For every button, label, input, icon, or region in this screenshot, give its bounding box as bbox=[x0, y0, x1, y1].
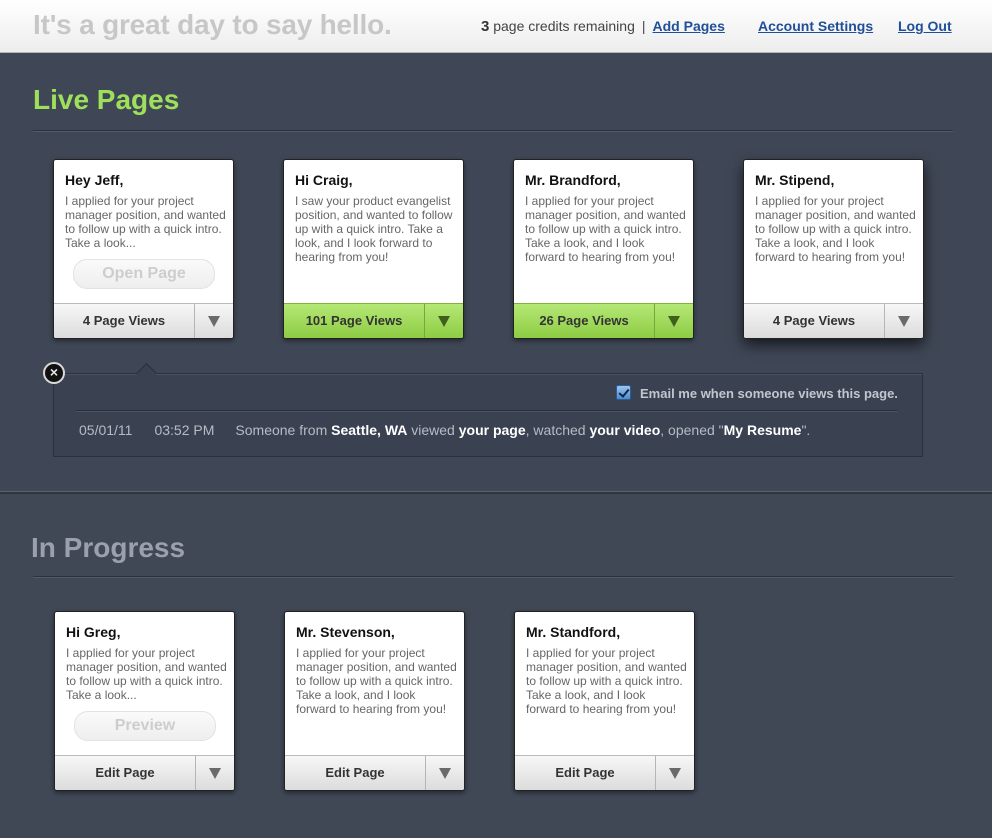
card-footer: 4 Page Views bbox=[744, 303, 923, 338]
panel-divider bbox=[76, 410, 898, 412]
card-menu-toggle[interactable] bbox=[884, 304, 923, 338]
card-greeting: Mr. Standford, bbox=[526, 624, 621, 640]
triangle-down-icon bbox=[439, 768, 451, 779]
activity-location: Seattle, WA bbox=[331, 422, 408, 438]
triangle-down-icon bbox=[669, 768, 681, 779]
live-page-card[interactable]: Hi Craig, I saw your product evangelist … bbox=[283, 159, 464, 339]
activity-text: , watched bbox=[525, 422, 590, 438]
activity-time: 03:52 PM bbox=[154, 422, 215, 438]
preview-button[interactable]: Preview bbox=[74, 711, 216, 741]
log-out-link[interactable]: Log Out bbox=[898, 18, 952, 34]
card-excerpt: I applied for your project manager posit… bbox=[526, 646, 687, 716]
triangle-down-icon bbox=[438, 316, 450, 327]
card-greeting: Mr. Brandford, bbox=[525, 172, 621, 188]
edit-page-button[interactable]: Edit Page bbox=[285, 756, 425, 790]
top-header: It's a great day to say hello. 3 page cr… bbox=[0, 0, 992, 53]
card-menu-toggle[interactable] bbox=[424, 304, 463, 338]
live-page-card[interactable]: Mr. Stipend, I applied for your project … bbox=[743, 159, 924, 339]
open-page-button[interactable]: Open Page bbox=[73, 259, 215, 289]
triangle-down-icon bbox=[668, 316, 680, 327]
activity-text: viewed bbox=[407, 422, 459, 438]
activity-date: 05/01/11 bbox=[79, 422, 133, 438]
card-footer: Edit Page bbox=[285, 755, 464, 790]
activity-text: , opened " bbox=[660, 422, 724, 438]
draft-page-card[interactable]: Mr. Standford, I applied for your projec… bbox=[514, 611, 695, 791]
credits-text: page credits remaining bbox=[493, 18, 635, 34]
card-greeting: Hi Greg, bbox=[66, 624, 121, 640]
card-excerpt: I applied for your project manager posit… bbox=[296, 646, 457, 716]
card-menu-toggle[interactable] bbox=[195, 756, 234, 790]
live-pages-rule bbox=[33, 130, 953, 132]
page-views-button[interactable]: 101 Page Views bbox=[284, 304, 424, 338]
live-pages-title: Live Pages bbox=[33, 84, 180, 115]
credits-count: 3 bbox=[481, 18, 490, 35]
activity-row: 05/01/11 03:52 PM Someone from Seattle, WA… bbox=[79, 422, 810, 438]
edit-page-button[interactable]: Edit Page bbox=[515, 756, 655, 790]
page-views-button[interactable]: 26 Page Views bbox=[514, 304, 654, 338]
card-menu-toggle[interactable] bbox=[194, 304, 233, 338]
card-greeting: Mr. Stevenson, bbox=[296, 624, 395, 640]
live-page-card[interactable]: Mr. Brandford, I applied for your projec… bbox=[513, 159, 694, 339]
edit-page-button[interactable]: Edit Page bbox=[55, 756, 195, 790]
add-pages-link[interactable]: Add Pages bbox=[653, 18, 725, 34]
in-progress-rule bbox=[33, 576, 953, 578]
triangle-down-icon bbox=[208, 316, 220, 327]
credits-info: 3 page credits remaining | Add Pages bbox=[481, 18, 725, 35]
live-page-card[interactable]: Hey Jeff, I applied for your project man… bbox=[53, 159, 234, 339]
email-notify-checkbox[interactable] bbox=[616, 385, 631, 400]
card-menu-toggle[interactable] bbox=[654, 304, 693, 338]
card-footer: Edit Page bbox=[55, 755, 234, 790]
card-greeting: Mr. Stipend, bbox=[755, 172, 835, 188]
activity-text: ". bbox=[801, 422, 811, 438]
card-greeting: Hi Craig, bbox=[295, 172, 353, 188]
email-notify-label: Email me when someone views this page. bbox=[640, 386, 898, 401]
triangle-down-icon bbox=[898, 316, 910, 327]
card-excerpt: I saw your product evangelist position, … bbox=[295, 194, 453, 264]
card-footer: 4 Page Views bbox=[54, 303, 233, 338]
card-excerpt: I applied for your project manager posit… bbox=[525, 194, 686, 264]
card-excerpt: I applied for your project manager posit… bbox=[755, 194, 916, 264]
email-notify-option: Email me when someone views this page. bbox=[616, 385, 898, 401]
page-views-button[interactable]: 4 Page Views bbox=[744, 304, 884, 338]
page-views-button[interactable]: 4 Page Views bbox=[54, 304, 194, 338]
in-progress-section: In Progress Hi Greg, I applied for your … bbox=[0, 494, 992, 838]
activity-page: your page bbox=[458, 422, 526, 438]
draft-page-card[interactable]: Mr. Stevenson, I applied for your projec… bbox=[284, 611, 465, 791]
card-footer: 26 Page Views bbox=[514, 303, 693, 338]
card-footer: 101 Page Views bbox=[284, 303, 463, 338]
in-progress-title: In Progress bbox=[31, 532, 186, 563]
activity-video: your video bbox=[589, 422, 661, 438]
activity-text: Someone from bbox=[235, 422, 332, 438]
page-activity-panel: Email me when someone views this page. 0… bbox=[53, 373, 923, 457]
card-excerpt: I applied for your project manager posit… bbox=[65, 194, 226, 250]
card-excerpt: I applied for your project manager posit… bbox=[66, 646, 227, 702]
live-pages-section: Live Pages Hey Jeff, I applied for your … bbox=[0, 53, 992, 491]
draft-page-card[interactable]: Hi Greg, I applied for your project mana… bbox=[54, 611, 235, 791]
activity-document: My Resume bbox=[723, 422, 802, 438]
triangle-down-icon bbox=[209, 768, 221, 779]
card-footer: Edit Page bbox=[515, 755, 694, 790]
card-menu-toggle[interactable] bbox=[655, 756, 694, 790]
close-icon[interactable]: × bbox=[43, 362, 65, 384]
card-greeting: Hey Jeff, bbox=[65, 172, 124, 188]
card-menu-toggle[interactable] bbox=[425, 756, 464, 790]
account-settings-link[interactable]: Account Settings bbox=[758, 18, 873, 34]
nav-separator: | bbox=[641, 18, 646, 34]
tagline: It's a great day to say hello. bbox=[33, 9, 392, 40]
